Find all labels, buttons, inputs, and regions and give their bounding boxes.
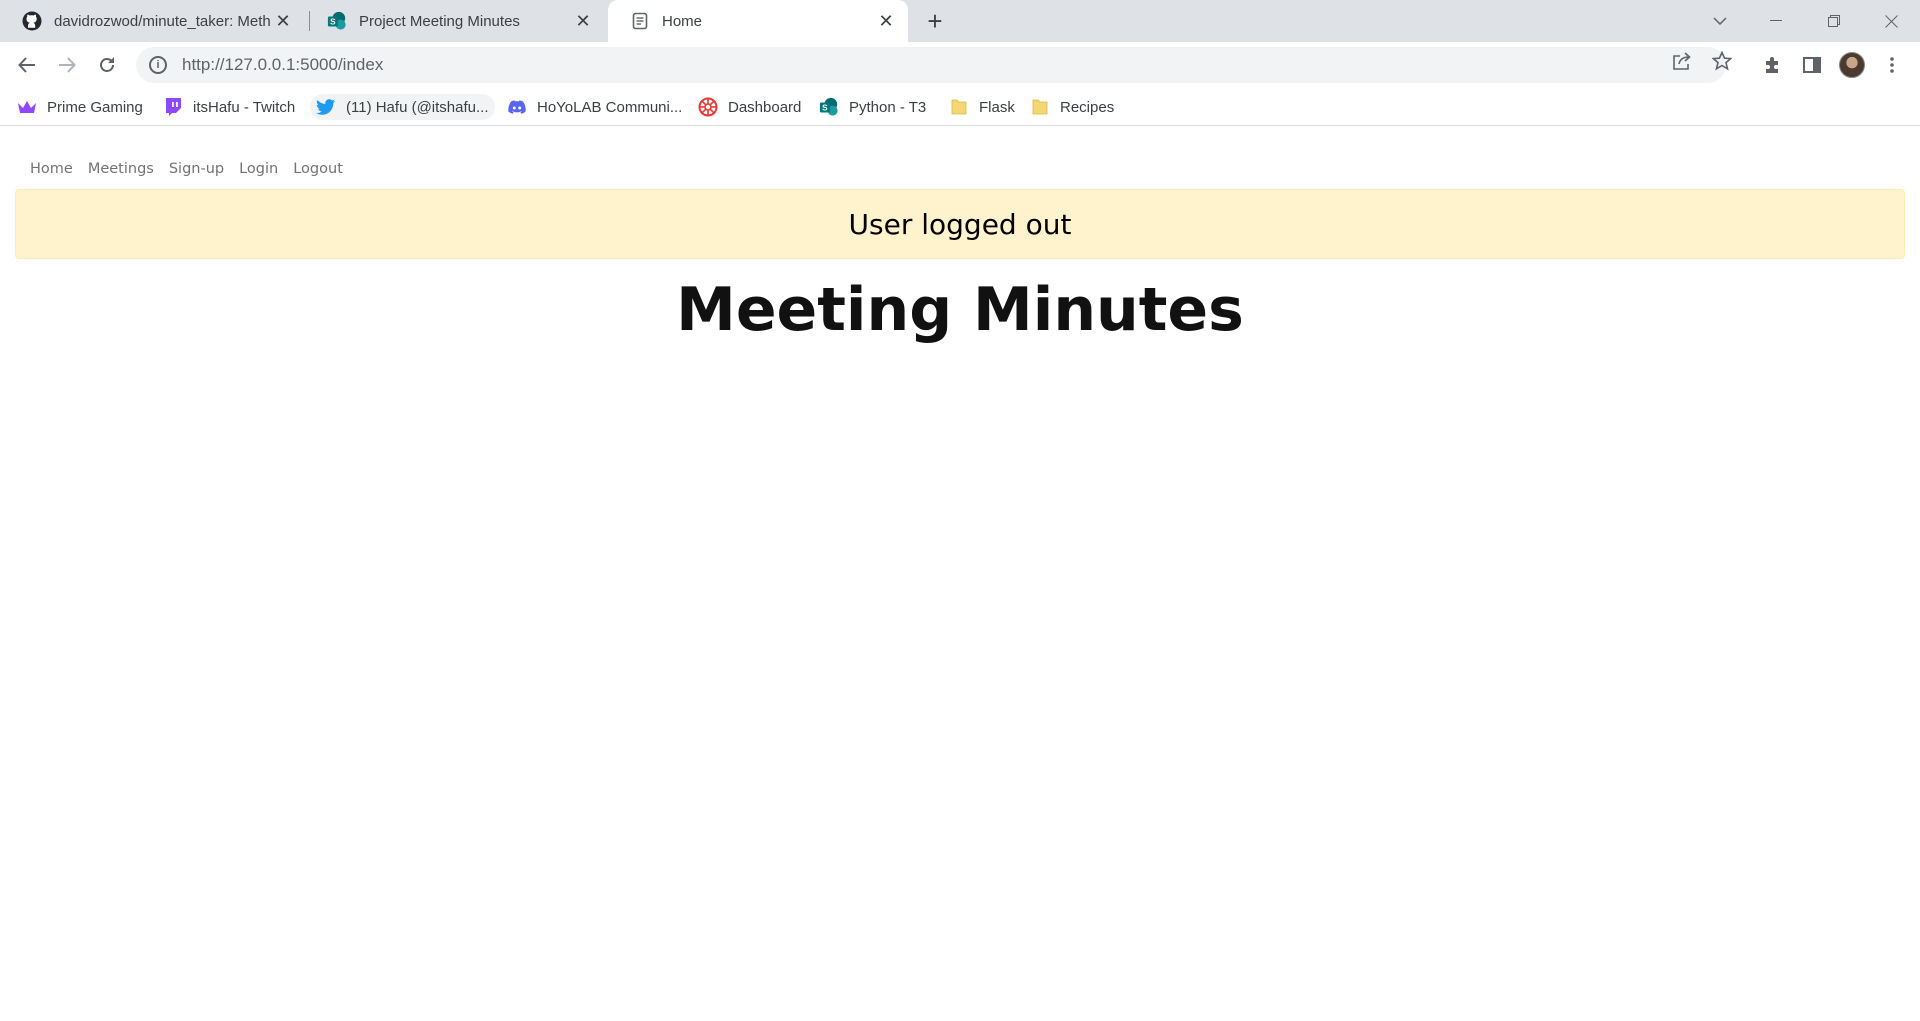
- browser-window: davidrozwod/minute_taker: Meth ✕ S Proje…: [0, 0, 1920, 1021]
- profile-avatar[interactable]: [1836, 49, 1868, 81]
- tab-title: Home: [662, 12, 703, 30]
- close-icon[interactable]: ✕: [271, 9, 295, 33]
- nav-link-home[interactable]: Home: [30, 161, 73, 177]
- bookmark-label: (11) Hafu (@itshafu...: [346, 98, 489, 116]
- tab-search-icon[interactable]: [1692, 0, 1748, 42]
- flash-message: User logged out: [848, 207, 1072, 241]
- folder-icon: [1030, 97, 1050, 117]
- sharepoint-icon: S: [819, 97, 839, 117]
- side-panel-icon[interactable]: [1796, 49, 1828, 81]
- close-icon[interactable]: ✕: [874, 9, 898, 33]
- forward-button[interactable]: [51, 49, 83, 81]
- page-title: Meeting Minutes: [676, 275, 1244, 345]
- bookmark-star-icon[interactable]: [1711, 50, 1733, 72]
- dashboard-icon: [698, 97, 718, 117]
- share-icon[interactable]: [1671, 50, 1693, 72]
- bookmark-dashboard[interactable]: Dashboard: [698, 94, 801, 120]
- site-nav: Home Meetings Sign-up Login Logout: [30, 161, 343, 177]
- bookmark-python-t3[interactable]: S Python - T3: [819, 94, 926, 120]
- tab-github[interactable]: davidrozwod/minute_taker: Meth ✕: [0, 0, 305, 42]
- twitch-icon: [163, 97, 183, 117]
- minimize-button[interactable]: [1748, 0, 1804, 42]
- bookmark-label: Prime Gaming: [47, 98, 143, 116]
- avatar: [1839, 52, 1865, 78]
- restore-button[interactable]: [1806, 0, 1862, 42]
- bookmark-label: Dashboard: [728, 98, 802, 116]
- crown-icon: [17, 97, 37, 117]
- bookmark-prime-gaming[interactable]: Prime Gaming: [17, 94, 143, 120]
- site-info-icon[interactable]: i: [149, 56, 167, 74]
- tab-project-meeting-minutes[interactable]: S Project Meeting Minutes ✕: [305, 0, 605, 42]
- page-content: Home Meetings Sign-up Login Logout User …: [0, 127, 1920, 1021]
- twitter-icon: [316, 97, 336, 117]
- extensions-icon[interactable]: [1756, 49, 1788, 81]
- nav-link-meetings[interactable]: Meetings: [88, 161, 154, 177]
- menu-icon[interactable]: [1876, 49, 1908, 81]
- bookmark-label: itsHafu - Twitch: [193, 98, 296, 116]
- bookmark-hoyolab[interactable]: HoYoLAB Communi...: [507, 94, 682, 120]
- bookmark-label: Recipes: [1060, 98, 1115, 116]
- back-button[interactable]: [11, 49, 43, 81]
- bookmark-label: Python - T3: [849, 98, 927, 116]
- new-tab-button[interactable]: +: [920, 6, 950, 36]
- bookmarks-bar: Prime Gaming itsHafu - Twitch (11) Hafu …: [0, 88, 1920, 126]
- close-icon[interactable]: ✕: [571, 9, 595, 33]
- url-text: http://127.0.0.1:5000/index: [182, 55, 384, 74]
- folder-icon: [949, 97, 969, 117]
- bookmark-label: HoYoLAB Communi...: [537, 98, 683, 116]
- bookmark-twitch[interactable]: itsHafu - Twitch: [163, 94, 295, 120]
- nav-link-sign-up[interactable]: Sign-up: [169, 161, 224, 177]
- address-bar[interactable]: i http://127.0.0.1:5000/index: [136, 47, 1726, 83]
- tab-strip: davidrozwod/minute_taker: Meth ✕ S Proje…: [0, 0, 1920, 42]
- page-heading-container: Meeting Minutes: [0, 275, 1920, 345]
- page-icon: [630, 11, 650, 31]
- github-icon: [22, 11, 42, 31]
- tab-title: Project Meeting Minutes: [359, 12, 520, 30]
- nav-link-logout[interactable]: Logout: [293, 161, 343, 177]
- bookmark-label: Flask: [979, 98, 1015, 116]
- svg-text:S: S: [822, 104, 828, 113]
- tab-home[interactable]: Home ✕: [608, 0, 908, 42]
- bookmark-twitter[interactable]: (11) Hafu (@itshafu...: [310, 94, 495, 120]
- sharepoint-icon: S: [327, 11, 347, 31]
- browser-toolbar: i http://127.0.0.1:5000/index: [0, 42, 1920, 88]
- svg-text:S: S: [330, 18, 336, 27]
- discord-icon: [507, 97, 527, 117]
- tab-title: davidrozwod/minute_taker: Meth: [54, 12, 271, 30]
- bookmark-folder-flask[interactable]: Flask: [949, 94, 1015, 120]
- nav-link-login[interactable]: Login: [239, 161, 278, 177]
- reload-button[interactable]: [91, 49, 123, 81]
- flash-alert: User logged out: [15, 189, 1905, 259]
- close-window-button[interactable]: [1863, 0, 1919, 42]
- bookmark-folder-recipes[interactable]: Recipes: [1030, 94, 1114, 120]
